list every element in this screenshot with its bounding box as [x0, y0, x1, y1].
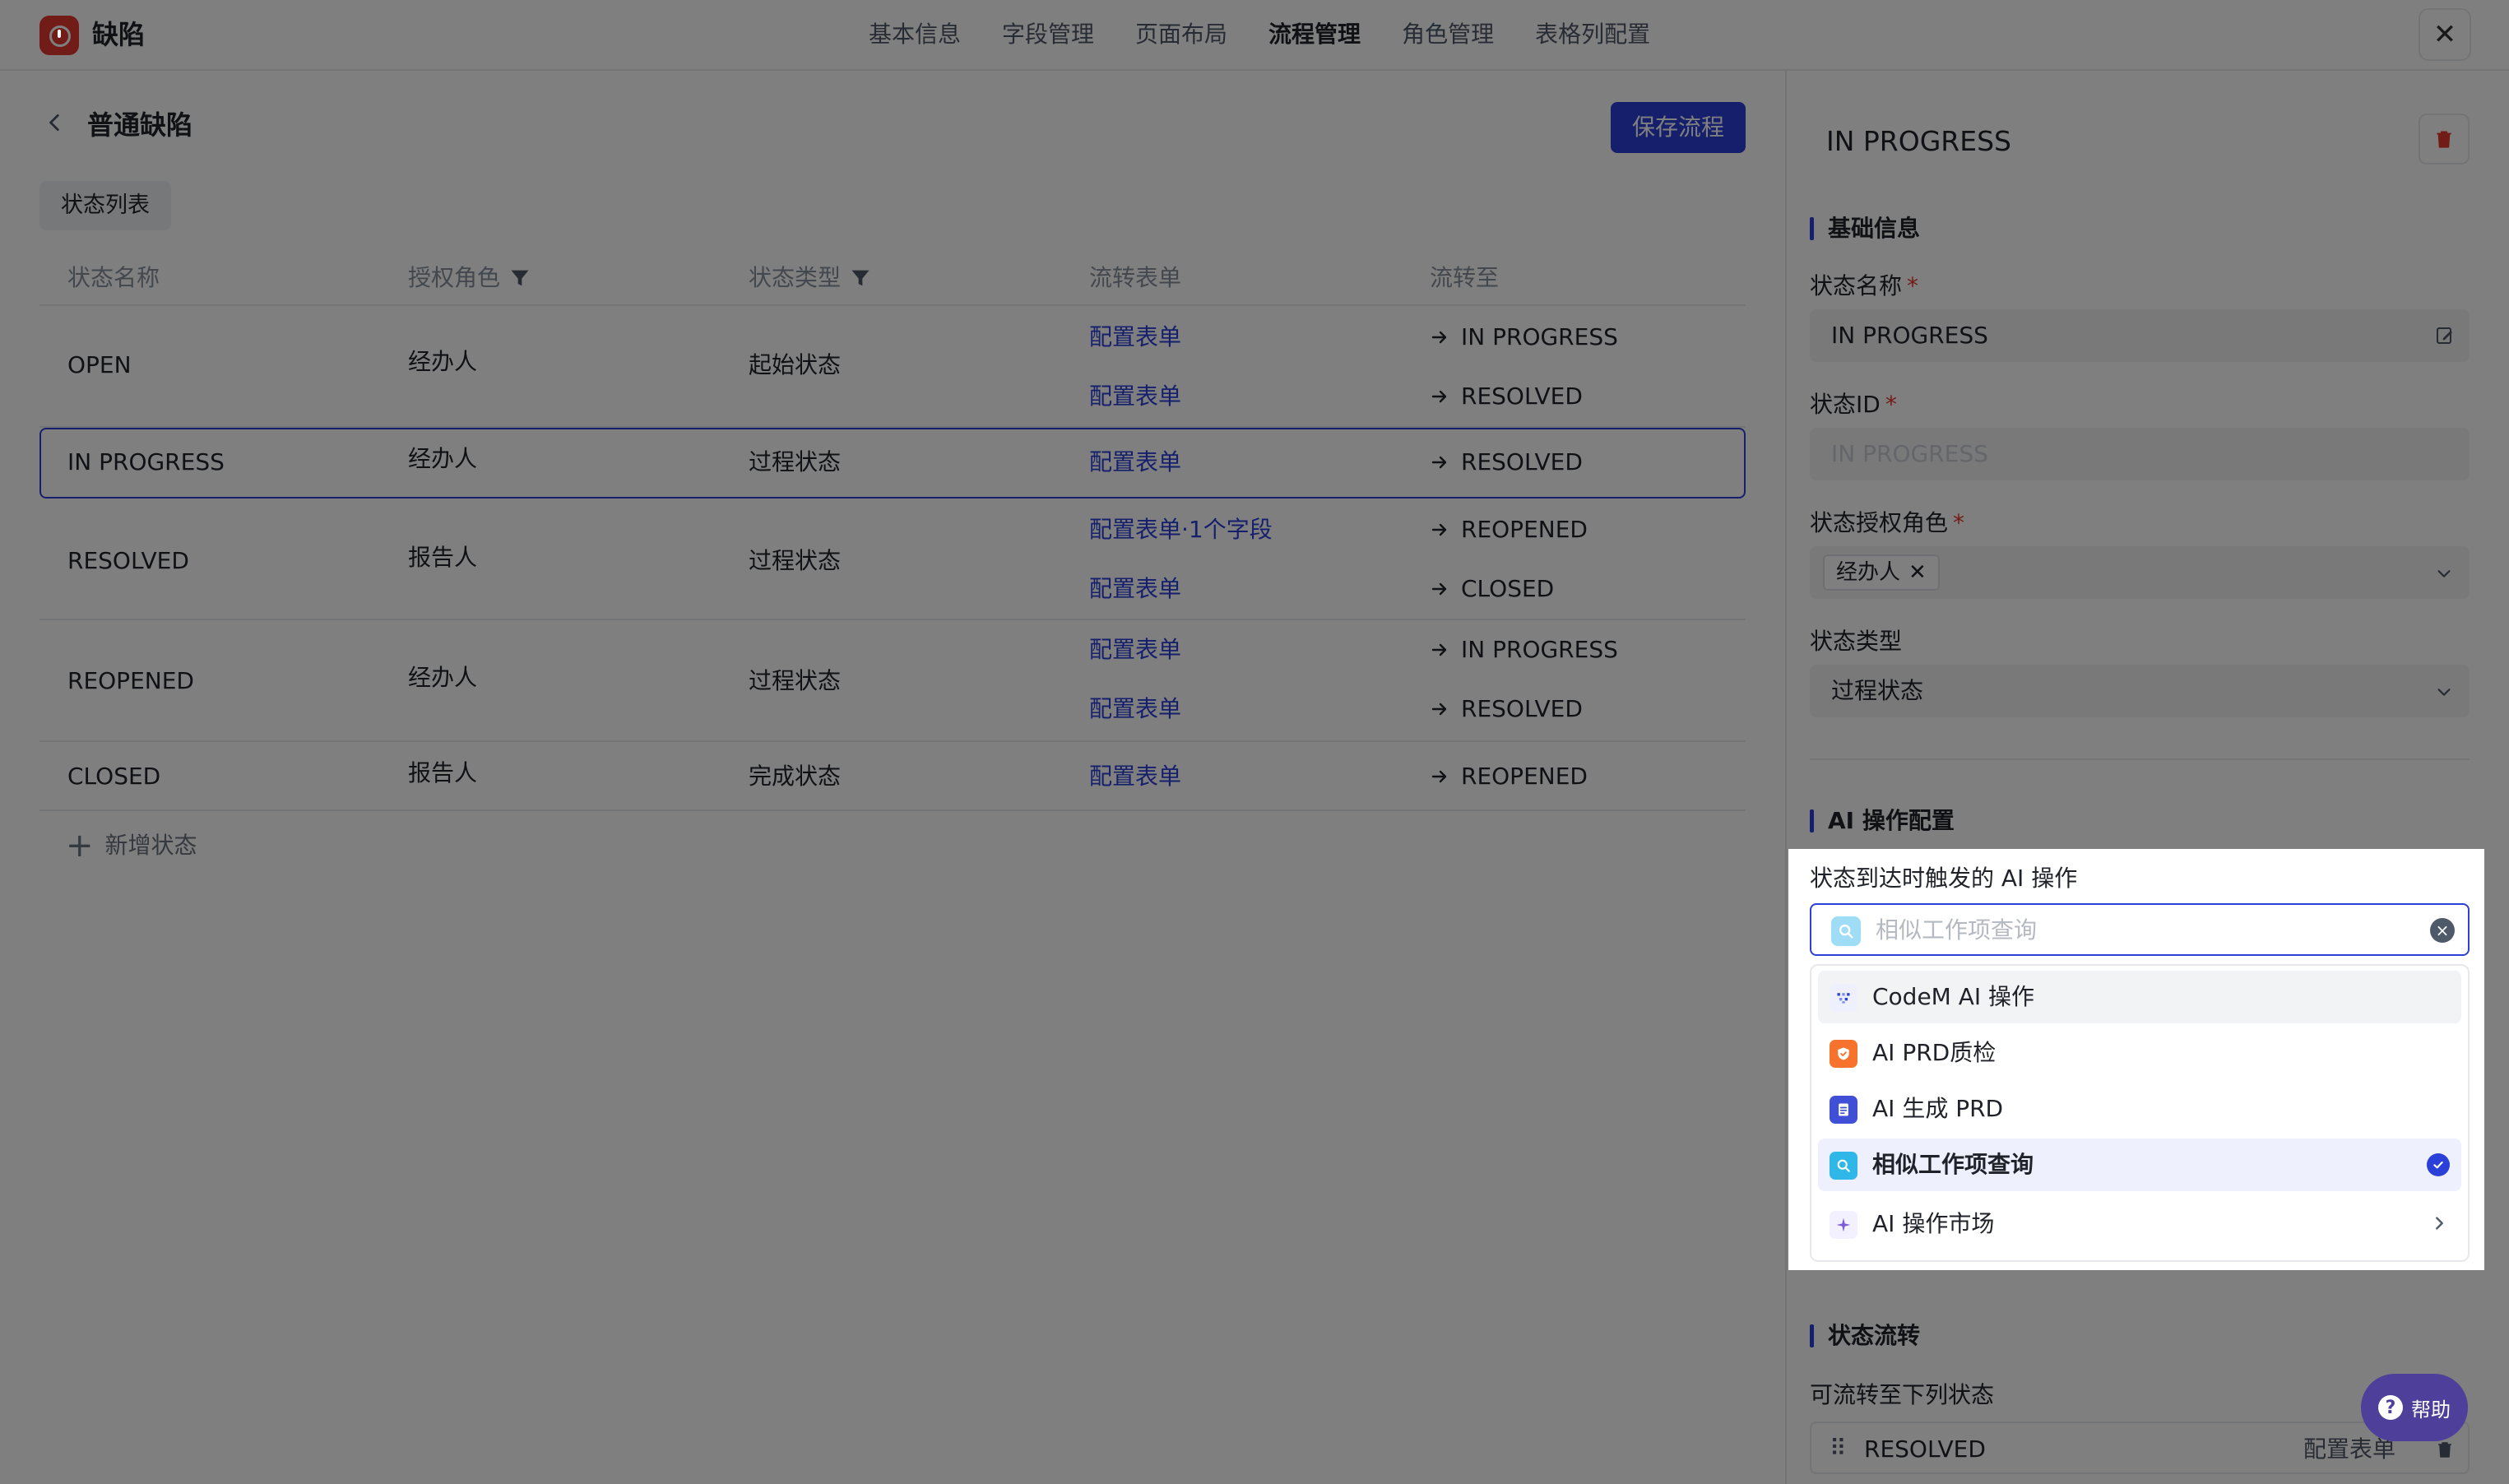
ai-option-prd-check[interactable]: AI PRD质检 [1818, 1027, 2461, 1079]
codem-icon [1830, 984, 1857, 1012]
ai-option-generate-prd[interactable]: AI 生成 PRD [1818, 1083, 2461, 1135]
search-icon [1830, 1152, 1857, 1180]
ai-action-dropdown: CodeM AI 操作 AI PRD质检 AI 生成 PRD 相似工作项查询 A… [1810, 964, 2470, 1262]
document-icon [1830, 1096, 1857, 1124]
help-button[interactable]: ? 帮助 [2361, 1374, 2468, 1441]
ai-action-search-input[interactable] [1876, 905, 2402, 954]
ai-trigger-label: 状态到达时触发的 AI 操作 [1810, 865, 2078, 892]
ai-option-marketplace[interactable]: AI 操作市场 [1818, 1198, 2461, 1250]
check-icon [2427, 1153, 2450, 1176]
ai-action-search[interactable]: × [1810, 903, 2470, 956]
chevron-right-icon [2436, 1217, 2443, 1230]
shield-check-icon [1830, 1040, 1857, 1068]
ai-option-codem[interactable]: CodeM AI 操作 [1818, 971, 2461, 1023]
question-icon: ? [2378, 1395, 2403, 1420]
ai-option-similar-items[interactable]: 相似工作项查询 [1818, 1139, 2461, 1191]
ai-action-popup: 状态到达时触发的 AI 操作 × CodeM AI 操作 AI PRD质检 AI… [1788, 849, 2484, 1270]
search-icon [1831, 916, 1861, 946]
clear-icon[interactable]: × [2430, 918, 2455, 943]
sparkle-icon [1830, 1211, 1857, 1239]
